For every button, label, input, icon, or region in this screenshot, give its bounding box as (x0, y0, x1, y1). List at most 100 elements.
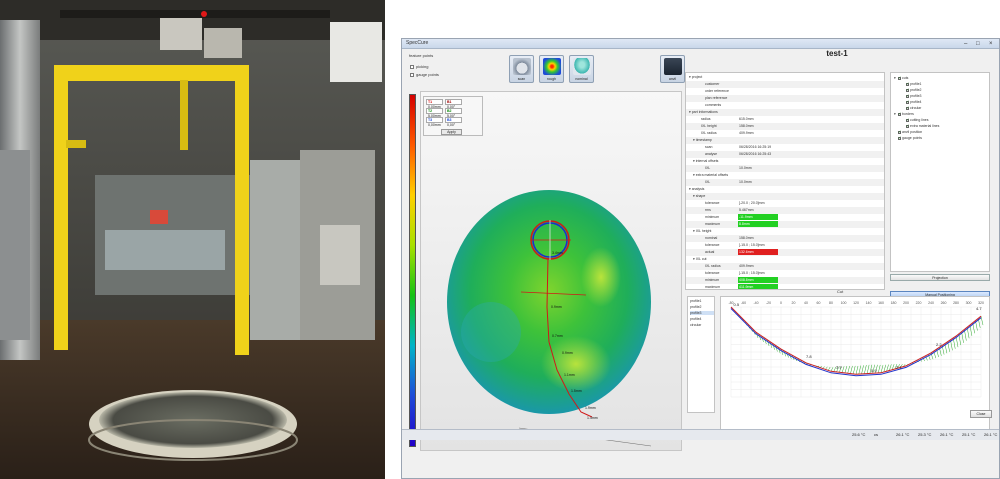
property-value: 5.467mm (739, 208, 754, 212)
property-row: ▾ IXL height (686, 228, 884, 235)
layer-checkbox[interactable] (906, 93, 909, 98)
property-value: 06/28/2016 16:25:19 (739, 145, 772, 149)
properties-panel: ▾ project customer order reference plan ref… (685, 72, 885, 290)
layer-item[interactable]: gauge points (894, 135, 922, 140)
property-row: IXL radius 409.9mm (686, 263, 884, 270)
property-row: ▾ timestamp (686, 137, 884, 144)
profile-series-line (730, 308, 982, 377)
x-tick-label: 140 (866, 301, 872, 305)
projection-button[interactable]: Projection (890, 274, 990, 281)
property-row: ▾ internal offsets (686, 158, 884, 165)
window-titlebar: SpecCure – □ × (402, 39, 999, 49)
deviation-hatch (877, 364, 881, 374)
cut-profile-item[interactable]: profile2 (690, 305, 701, 309)
property-key: customer (705, 82, 720, 86)
cut-profile-chart: -80 -60 -40 -20 0 20 40 60 80 100 120 140 160 180 200 2… (720, 296, 990, 436)
layer-item[interactable]: extra material lines (902, 123, 939, 128)
layer-item[interactable]: profile1 (902, 81, 921, 86)
layer-checkbox[interactable] (898, 135, 901, 140)
rough-view-button[interactable]: rough (539, 55, 564, 83)
x-tick-label: 80 (829, 301, 833, 305)
layer-item[interactable]: anvil position (894, 129, 923, 134)
status-bar: 25.6 °C cs 26.1 °C 25.3 °C 26.1 °C 25.1 °C 26.… (402, 429, 999, 440)
property-row: customer (686, 81, 884, 88)
property-row: ▾ extra material offsets (686, 172, 884, 179)
layer-item[interactable]: cutting lines (902, 117, 929, 122)
cut-profile-item[interactable]: circular (690, 323, 701, 327)
property-key: ▾ project (689, 75, 703, 79)
feature-points-label: feature points (409, 53, 434, 58)
deviation-color-scale (409, 94, 416, 447)
layer-checkbox[interactable] (898, 75, 901, 80)
window-title: SpecCure (406, 40, 429, 46)
anvil-view-button[interactable]: anvil (660, 55, 685, 83)
deviation-hatch (864, 364, 867, 374)
picking-checkbox[interactable]: picking (410, 64, 428, 69)
property-value: 06/28/2016 16:25:43 (739, 152, 772, 156)
cut-profile-item[interactable]: profile4 (690, 317, 701, 321)
property-row: IXL radius 409.9mm (686, 130, 884, 137)
dish-icon (573, 58, 591, 75)
checkbox-box[interactable] (410, 72, 414, 77)
property-key: IXL height (701, 124, 717, 128)
layer-item[interactable]: ▾ cuts (894, 75, 908, 81)
checkbox-box[interactable] (410, 64, 414, 69)
layer-item[interactable]: profile4 (902, 99, 921, 104)
deviation-annotation: 7.8 (806, 354, 812, 359)
deviation-annotation: 3.9 (836, 365, 842, 370)
property-row: nominal 158.0mm (686, 235, 884, 242)
maximize-icon[interactable]: □ (976, 40, 980, 48)
x-tick-label: 180 (891, 301, 897, 305)
property-key: rms (705, 208, 711, 212)
property-row: ▾ IXL cut (686, 256, 884, 263)
close-button[interactable]: Close (970, 410, 992, 418)
property-value: 408.8mm (738, 277, 778, 283)
layer-item[interactable]: circular (902, 105, 921, 110)
layer-checkbox[interactable] (906, 87, 909, 92)
cut-profile-item[interactable]: profile1 (690, 299, 701, 303)
property-row: actual 132.6mm (686, 249, 884, 256)
layer-checkbox[interactable] (906, 123, 909, 128)
layer-label: cutting lines (910, 118, 929, 122)
layer-checkbox[interactable] (906, 117, 909, 122)
status-item: 26.1 °C (896, 432, 910, 437)
x-tick-label: 0 (780, 301, 782, 305)
3d-viewport[interactable]: T1 0,00mm B1 0,00° T2 5,00mm B2 5,00° T3… (420, 91, 682, 451)
gauge-points-checkbox[interactable]: gauge points (410, 72, 439, 77)
layer-checkbox[interactable] (906, 105, 909, 110)
property-value: [-15.0 ; 15.0]mm (739, 243, 765, 247)
property-row: ▾ shape (686, 193, 884, 200)
property-value: 132.6mm (738, 249, 778, 255)
nominal-view-button[interactable]: nominal (569, 55, 594, 83)
scan-view-button[interactable]: scan (509, 55, 534, 83)
layer-label: borders (902, 112, 914, 116)
status-item: 26.1 °C (940, 432, 954, 437)
property-row: analyse 06/28/2016 16:25:43 (686, 151, 884, 158)
layer-checkbox[interactable] (906, 99, 909, 104)
layer-checkbox[interactable] (898, 129, 901, 134)
surface-label: 1.4mm (587, 416, 598, 420)
property-row: ▾ analysis (686, 186, 884, 193)
layer-item[interactable]: ▾ borders (894, 111, 914, 117)
layer-item[interactable]: profile3 (902, 93, 921, 98)
close-icon[interactable]: × (989, 40, 993, 48)
layer-checkbox[interactable] (898, 111, 901, 116)
x-tick-label: -60 (741, 301, 746, 305)
property-value: 409.9mm (739, 131, 754, 135)
profile-series-line (730, 306, 982, 375)
x-tick-label: 20 (792, 301, 796, 305)
layer-label: anvil position (902, 130, 923, 134)
expand-icon[interactable]: ▾ (894, 76, 897, 80)
property-row: plan reference (686, 95, 884, 102)
status-item: 25.6 °C (852, 432, 866, 437)
layer-checkbox[interactable] (906, 81, 909, 86)
expand-icon[interactable]: ▾ (894, 112, 897, 116)
x-tick-label: 40 (804, 301, 808, 305)
property-value: 409.9mm (739, 264, 754, 268)
layer-item[interactable]: profile2 (902, 87, 921, 92)
surface-label: 1.5mm (571, 389, 582, 393)
cut-profile-item[interactable]: profile3 (690, 311, 714, 315)
property-row: IXL height 158.0mm (686, 123, 884, 130)
minimize-icon[interactable]: – (964, 40, 967, 48)
deviation-hatch (880, 365, 884, 373)
